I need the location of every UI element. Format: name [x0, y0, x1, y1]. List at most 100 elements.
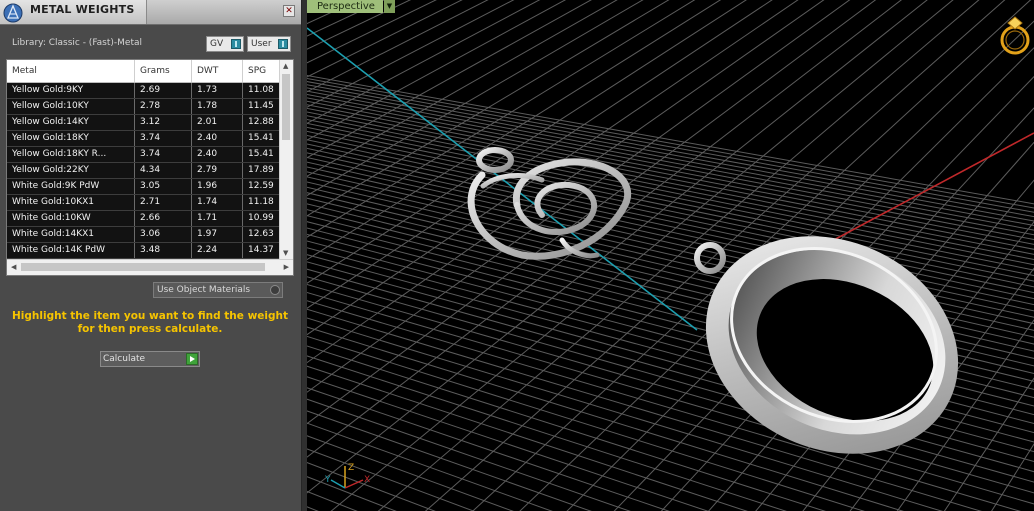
grams-cell: 2.78 — [135, 99, 192, 114]
dwt-cell: 1.96 — [192, 179, 243, 194]
spg-cell: 10.99 — [248, 213, 274, 223]
metal-cell: Yellow Gold:10KY — [7, 99, 135, 114]
spg-cell: 14.37 — [248, 245, 274, 255]
x-axis-label: X — [364, 475, 370, 485]
dwt-cell: 2.79 — [192, 163, 243, 178]
gv-label: GV — [210, 39, 224, 49]
table-row[interactable]: Yellow Gold:10KY 2.78 1.78 11.45 — [7, 99, 281, 115]
metal-cell: White Gold:10KW — [7, 211, 135, 226]
toggle-indicator-icon — [231, 39, 241, 49]
scroll-right-icon[interactable]: ▶ — [284, 264, 289, 271]
play-arrow-icon — [186, 353, 198, 365]
table-row[interactable]: Yellow Gold:18KY R... 3.74 2.40 15.41 — [7, 147, 281, 163]
user-toggle-button[interactable]: User — [247, 36, 291, 52]
table-row[interactable]: Yellow Gold:9KY 2.69 1.73 11.08 — [7, 83, 281, 99]
grams-cell: 3.74 — [135, 131, 192, 146]
library-label: Library: Classic - (Fast)-Metal — [12, 38, 143, 48]
grams-cell: 3.48 — [135, 243, 192, 258]
grams-cell: 3.74 — [135, 147, 192, 162]
panel-title-bar: METAL WEIGHTS ✕ — [0, 0, 301, 25]
table-row[interactable]: White Gold:9K PdW 3.05 1.96 12.59 — [7, 179, 281, 195]
y-axis-label: Y — [324, 475, 331, 485]
view-name-label[interactable]: Perspective — [307, 0, 383, 13]
dwt-cell: 1.71 — [192, 211, 243, 226]
ground-grid — [307, 0, 1034, 511]
table-row[interactable]: Yellow Gold:22KY 4.34 2.79 17.89 — [7, 163, 281, 179]
ring-view-icon[interactable] — [998, 13, 1032, 57]
column-header-metal[interactable]: Metal — [7, 60, 135, 82]
column-header-grams[interactable]: Grams — [135, 60, 192, 82]
grams-cell: 3.12 — [135, 115, 192, 130]
spg-cell: 12.63 — [248, 229, 274, 239]
metal-cell: White Gold:10KX1 — [7, 195, 135, 210]
table-row[interactable]: Yellow Gold:18KY 3.74 2.40 15.41 — [7, 131, 281, 147]
dwt-cell: 1.74 — [192, 195, 243, 210]
table-row[interactable]: White Gold:10KW 2.66 1.71 10.99 — [7, 211, 281, 227]
z-axis-label: Z — [348, 463, 354, 473]
radio-indicator-icon — [270, 285, 280, 295]
scroll-down-icon[interactable]: ▼ — [283, 250, 288, 257]
toggle-indicator-icon — [278, 39, 288, 49]
spg-cell: 11.08 — [248, 85, 274, 95]
view-selector[interactable]: Perspective ▼ — [307, 0, 397, 14]
column-header-spg[interactable]: SPG — [243, 60, 281, 82]
horizontal-scroll-thumb[interactable] — [21, 263, 265, 271]
dwt-cell: 2.01 — [192, 115, 243, 130]
table-row[interactable]: White Gold:10KX1 2.71 1.74 11.18 — [7, 195, 281, 211]
dwt-cell: 1.73 — [192, 83, 243, 98]
grams-cell: 2.71 — [135, 195, 192, 210]
vertical-scrollbar[interactable]: ▲ ▼ — [279, 60, 293, 260]
horizontal-scrollbar[interactable]: ◀ ▶ — [7, 259, 293, 275]
gv-toggle-button[interactable]: GV — [206, 36, 244, 52]
metal-cell: Yellow Gold:22KY — [7, 163, 135, 178]
table-row[interactable]: White Gold:14K PdW 3.48 2.24 14.37 — [7, 243, 281, 259]
column-header-dwt[interactable]: DWT — [192, 60, 243, 82]
dwt-cell: 2.40 — [192, 147, 243, 162]
use-object-materials-label: Use Object Materials — [157, 285, 251, 295]
axis-gizmo: Z X Y — [324, 463, 370, 489]
table-header: Metal Grams DWT SPG — [7, 60, 281, 83]
vertical-scroll-thumb[interactable] — [282, 74, 290, 140]
metal-table: Metal Grams DWT SPG Yellow Gold:9KY 2.69 1… — [6, 59, 294, 276]
scroll-up-icon[interactable]: ▲ — [283, 63, 288, 70]
instruction-text: Highlight the item you want to find the … — [12, 310, 288, 335]
spg-cell: 17.89 — [248, 165, 274, 175]
calculate-button[interactable]: Calculate — [100, 351, 200, 367]
dwt-cell: 1.97 — [192, 227, 243, 242]
close-icon: ✕ — [285, 5, 293, 16]
grams-cell: 3.05 — [135, 179, 192, 194]
chevron-down-icon[interactable]: ▼ — [384, 0, 395, 13]
metal-cell: Yellow Gold:18KY R... — [7, 147, 135, 162]
metal-cell: Yellow Gold:9KY — [7, 83, 135, 98]
metal-cell: Yellow Gold:18KY — [7, 131, 135, 146]
spg-cell: 12.59 — [248, 181, 274, 191]
grams-cell: 2.69 — [135, 83, 192, 98]
app-logo-icon — [3, 3, 23, 23]
use-object-materials-toggle[interactable]: Use Object Materials — [153, 282, 283, 298]
metal-cell: White Gold:14KX1 — [7, 227, 135, 242]
metal-cell: White Gold:9K PdW — [7, 179, 135, 194]
scroll-left-icon[interactable]: ◀ — [11, 264, 16, 271]
dwt-cell: 2.40 — [192, 131, 243, 146]
table-body: Yellow Gold:9KY 2.69 1.73 11.08 Yellow Gold:… — [7, 83, 281, 259]
grams-cell: 3.06 — [135, 227, 192, 242]
dwt-cell: 1.78 — [192, 99, 243, 114]
spg-cell: 11.18 — [248, 197, 274, 207]
dwt-cell: 2.24 — [192, 243, 243, 258]
calculate-label: Calculate — [103, 354, 146, 364]
grams-cell: 4.34 — [135, 163, 192, 178]
grams-cell: 2.66 — [135, 211, 192, 226]
spg-cell: 15.41 — [248, 149, 274, 159]
user-label: User — [251, 39, 272, 49]
panel-title: METAL WEIGHTS — [30, 3, 135, 16]
spg-cell: 12.88 — [248, 117, 274, 127]
table-row[interactable]: Yellow Gold:14KY 3.12 2.01 12.88 — [7, 115, 281, 131]
table-row[interactable]: White Gold:14KX1 3.06 1.97 12.63 — [7, 227, 281, 243]
spg-cell: 11.45 — [248, 101, 274, 111]
spg-cell: 15.41 — [248, 133, 274, 143]
metal-weights-panel: METAL WEIGHTS ✕ Library: Classic - (Fast… — [0, 0, 302, 511]
3d-viewport[interactable]: Perspective ▼ Z X Y — [307, 0, 1034, 511]
metal-cell: Yellow Gold:14KY — [7, 115, 135, 130]
metal-cell: White Gold:14K PdW — [7, 243, 135, 258]
close-button[interactable]: ✕ — [283, 5, 295, 17]
